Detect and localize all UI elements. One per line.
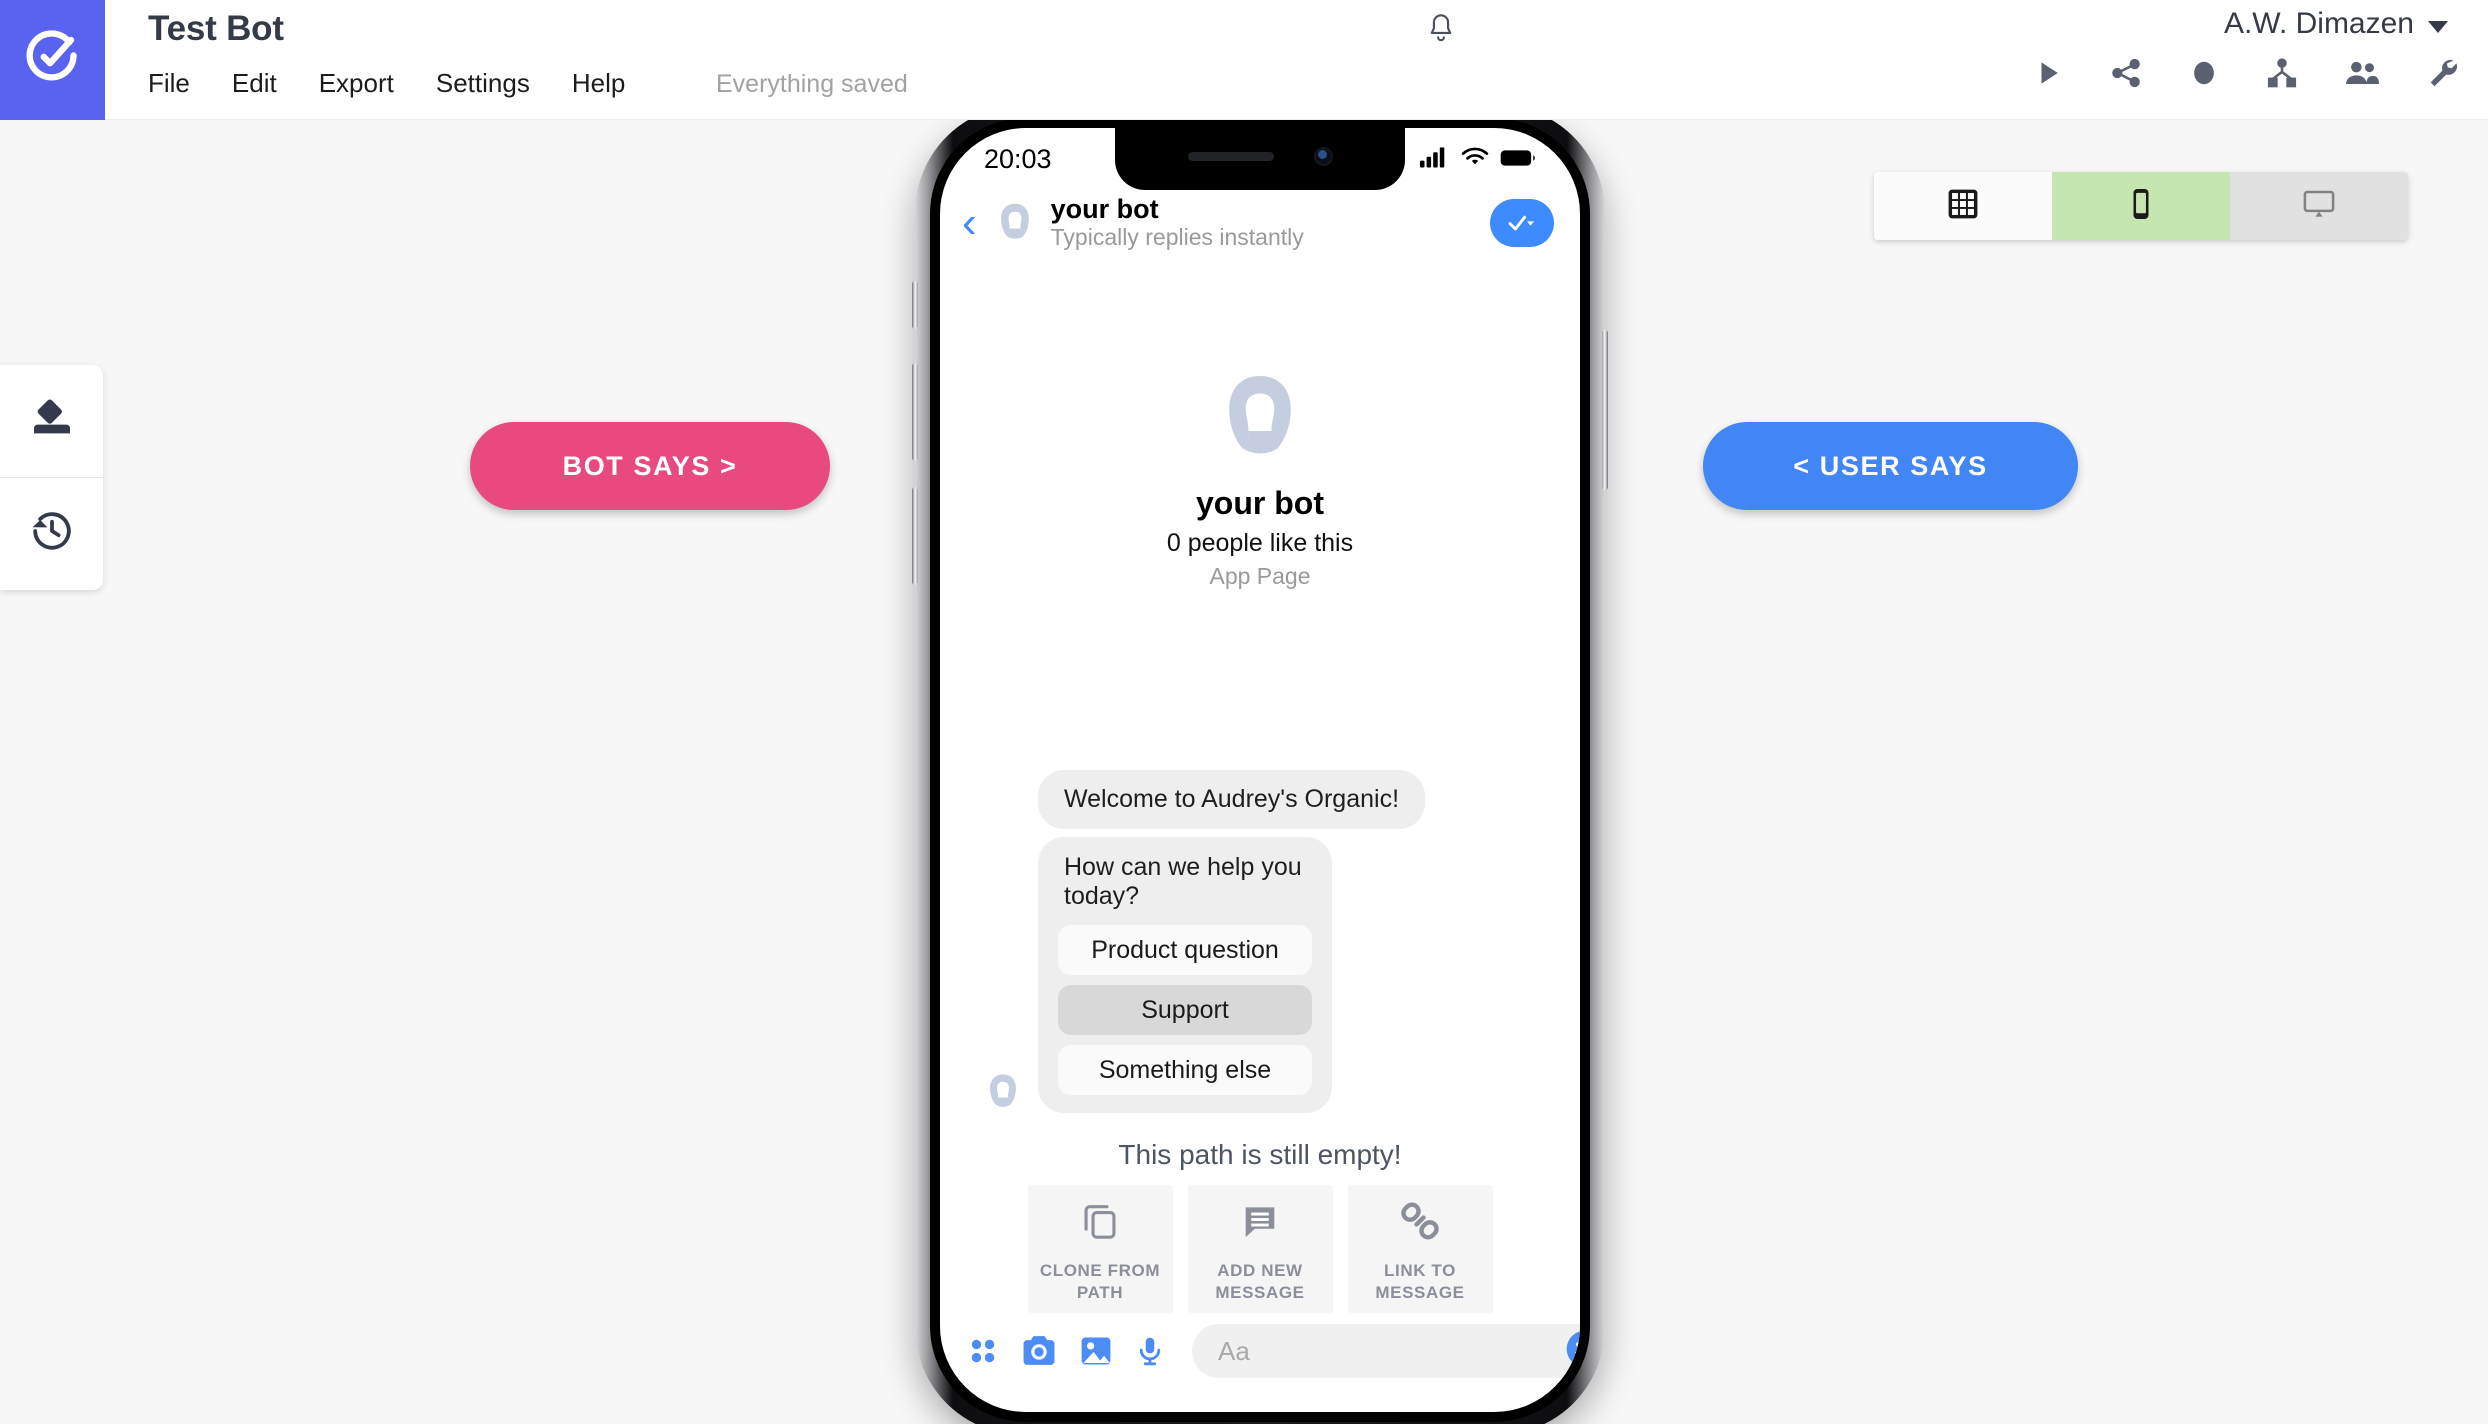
profile-page-type: App Page (1209, 563, 1311, 589)
grid-icon (1945, 186, 1981, 227)
add-new-message-label: ADD NEW MESSAGE (1215, 1261, 1305, 1302)
wifi-icon (1461, 144, 1489, 175)
bot-says-button[interactable]: BOT SAYS > (470, 422, 830, 510)
play-icon[interactable] (2034, 57, 2064, 89)
quick-reply-group: How can we help you today? Product quest… (990, 837, 1332, 1113)
record-icon[interactable] (2188, 56, 2220, 90)
message-list: Welcome to Audrey's Organic! How can we … (940, 770, 1580, 1313)
front-camera-icon (1313, 146, 1333, 166)
phone-power-button (1602, 330, 1608, 490)
app-root: Test Bot File Edit Export Settings Help … (0, 0, 2488, 1424)
view-toggle-desktop[interactable] (2230, 172, 2408, 240)
smiley-icon[interactable] (1563, 1327, 1580, 1376)
phone-preview: 20:03 ‹ your bot Typically replies insta… (912, 105, 1608, 1424)
chat-bot-subtitle: Typically replies instantly (1050, 224, 1304, 251)
photo-icon[interactable] (1078, 1334, 1114, 1368)
wrench-icon[interactable] (2426, 57, 2458, 89)
eraser-tool-button[interactable] (0, 365, 103, 477)
history-tool-button[interactable] (0, 477, 103, 589)
menu-bar: File Edit Export Settings Help (148, 68, 667, 99)
chevron-left-icon[interactable]: ‹ (962, 201, 977, 245)
menu-item-settings[interactable]: Settings (436, 68, 558, 99)
status-indicators (1420, 144, 1536, 175)
empty-path-message: This path is still empty! (1118, 1139, 1402, 1170)
microphone-icon[interactable] (1134, 1334, 1166, 1368)
clone-from-path-label: CLONE FROM PATH (1039, 1261, 1161, 1302)
clone-from-path-button[interactable]: CLONE FROM PATH (1027, 1185, 1173, 1313)
view-toggle-group (1874, 172, 2408, 240)
bell-icon[interactable] (1424, 10, 1458, 51)
add-new-message-button[interactable]: ADD NEW MESSAGE (1187, 1185, 1333, 1313)
link-to-message-button[interactable]: LINK TO MESSAGE (1347, 1185, 1493, 1313)
view-toggle-grid[interactable] (1874, 172, 2052, 240)
message-row: Welcome to Audrey's Organic! (1038, 770, 1546, 829)
quick-reply-something-else[interactable]: Something else (1058, 1045, 1312, 1095)
composer-input-wrap (1192, 1324, 1580, 1378)
chat-header: ‹ your bot Typically replies instantly (940, 190, 1580, 256)
app-logo[interactable] (0, 0, 105, 120)
status-time: 20:03 (984, 143, 1052, 174)
view-toggle-mobile[interactable] (2052, 172, 2230, 240)
chatbot-pencil-logo-icon (25, 29, 81, 91)
message-lines-icon (1238, 1199, 1282, 1248)
message-composer (940, 1312, 1580, 1390)
page-title: Test Bot (148, 9, 284, 48)
link-to-message-label: LINK TO MESSAGE (1375, 1261, 1465, 1302)
quick-reply-prompt: How can we help you today? (1064, 853, 1302, 910)
user-says-button[interactable]: < USER SAYS (1703, 422, 2078, 510)
earpiece-speaker-icon (1187, 151, 1274, 161)
menu-item-file[interactable]: File (148, 68, 218, 99)
quick-reply-support[interactable]: Support (1058, 985, 1312, 1035)
account-menu[interactable]: A.W. Dimazen (2224, 7, 2448, 41)
camera-icon[interactable] (1020, 1334, 1058, 1368)
chat-bot-name: your bot (1050, 193, 1159, 224)
flow-tree-icon[interactable] (2266, 57, 2298, 89)
phone-volume-up-button (912, 363, 918, 461)
phone-volume-down-button (912, 487, 918, 585)
battery-icon (1500, 144, 1536, 175)
people-icon[interactable] (2344, 58, 2380, 88)
message-input[interactable] (1218, 1335, 1553, 1367)
copy-icon (1078, 1199, 1122, 1248)
check-dropdown-icon[interactable] (1490, 199, 1554, 247)
top-bar: Test Bot File Edit Export Settings Help … (0, 0, 2488, 120)
toolbar (2034, 56, 2458, 90)
menu-item-edit[interactable]: Edit (232, 68, 305, 99)
profile-likes: 0 people like this (1166, 529, 1354, 557)
avatar-small-icon (982, 1071, 1024, 1113)
avatar-large-icon (1210, 376, 1310, 472)
chevron-down-icon (2428, 20, 2448, 33)
phone-silence-switch (912, 281, 918, 329)
mobile-icon (2123, 186, 2159, 227)
empty-path-actions: CLONE FROM PATH ADD NEW MESSAGE LINK TO … (974, 1185, 1546, 1313)
link-chain-icon (1398, 1199, 1442, 1248)
eraser-icon (28, 395, 76, 448)
left-toolbar (0, 365, 103, 590)
menu-item-export[interactable]: Export (319, 68, 422, 99)
desktop-icon (2299, 186, 2339, 227)
history-clock-icon (28, 507, 76, 560)
account-name: A.W. Dimazen (2223, 7, 2414, 40)
bot-profile: your bot 0 people like this App Page (940, 368, 1580, 590)
signal-icon (1420, 144, 1450, 175)
menu-item-help[interactable]: Help (572, 68, 653, 99)
save-status: Everything saved (716, 70, 908, 98)
bot-message-bubble[interactable]: Welcome to Audrey's Organic! (1038, 770, 1426, 829)
phone-notch (1115, 128, 1405, 190)
avatar-icon (990, 199, 1039, 247)
apps-grid-icon[interactable] (966, 1334, 1000, 1368)
phone-screen: 20:03 ‹ your bot Typically replies insta… (940, 128, 1580, 1412)
profile-name: your bot (1196, 485, 1324, 521)
chat-header-texts: your bot Typically replies instantly (1050, 193, 1490, 251)
quick-reply-product-question[interactable]: Product question (1058, 925, 1312, 975)
share-icon[interactable] (2110, 57, 2142, 89)
